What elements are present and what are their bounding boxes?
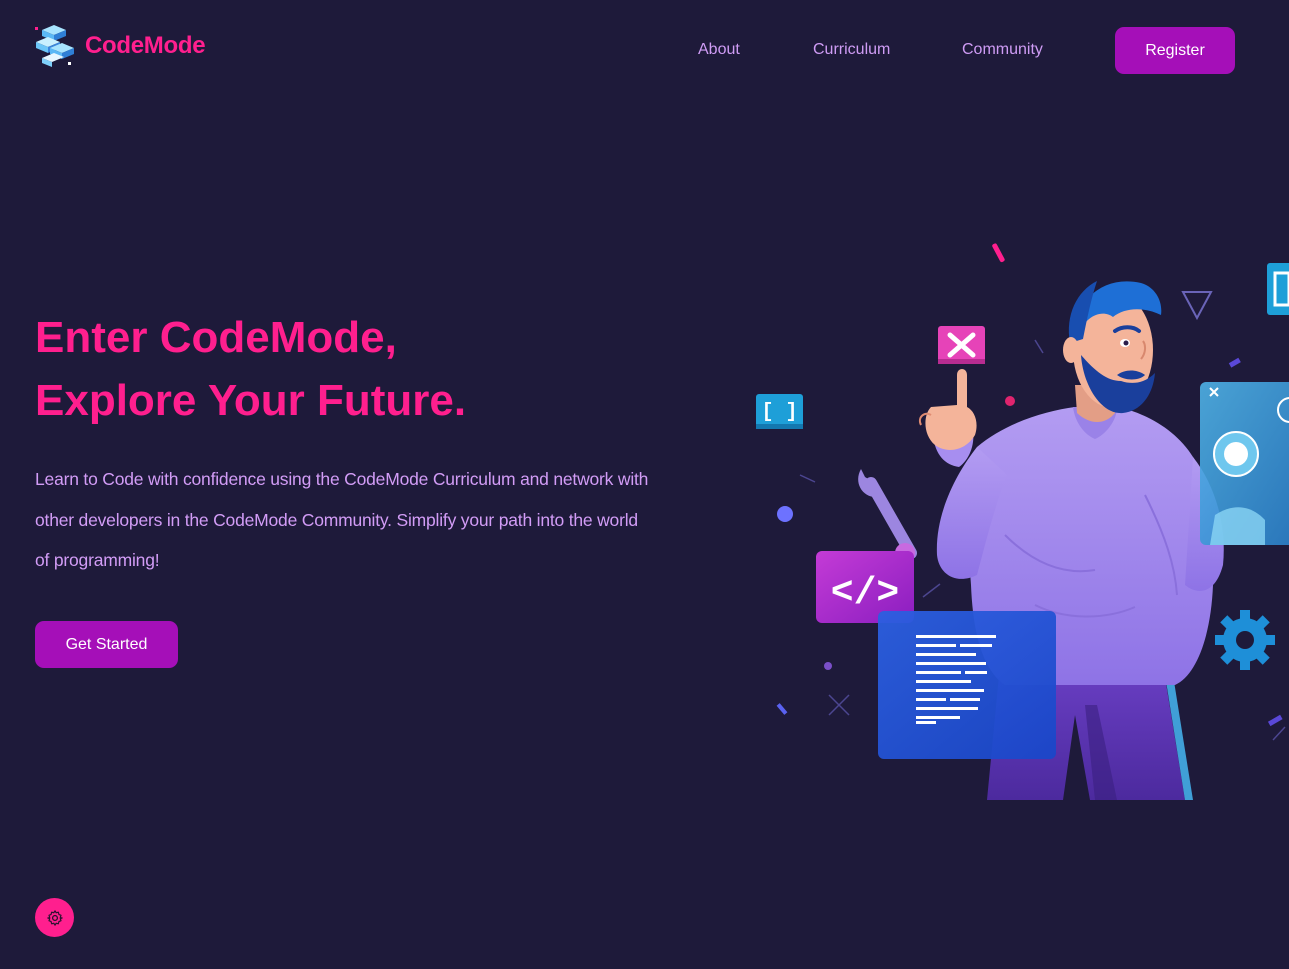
nav-community-link[interactable]: Community [962, 41, 1043, 59]
register-button[interactable]: Register [1115, 27, 1235, 74]
wrench-illustration [858, 469, 917, 563]
hero-description: Learn to Code with confidence using the … [35, 469, 649, 570]
media-panel [1200, 382, 1289, 545]
stacked-cubes-icon [35, 25, 74, 67]
hero-title-line-2: Explore Your Future. [35, 376, 467, 425]
hero-title: Enter CodeMode, Explore Your Future. [35, 306, 466, 432]
code-document [878, 611, 1056, 759]
nav-about-link[interactable]: About [698, 41, 740, 59]
landing-page: CodeMode About Curriculum Community Regi… [0, 0, 1289, 969]
logo-link[interactable]: CodeMode [34, 24, 206, 68]
hero-title-line-1: Enter CodeMode, [35, 313, 397, 362]
developer-illustration: [ ] </> [756, 243, 1289, 800]
nav-curriculum-link[interactable]: Curriculum [813, 41, 890, 59]
brand-name: CodeMode [85, 32, 206, 59]
brackets-badge-text: [ ] [761, 401, 797, 424]
settings-button[interactable] [35, 898, 74, 937]
close-badge [938, 326, 985, 364]
code-tag-text: </> [831, 572, 899, 615]
brackets-badge: [ ] [756, 394, 803, 429]
get-started-button[interactable]: Get Started [35, 621, 178, 668]
gear-illustration [1215, 610, 1275, 670]
gear-icon [46, 909, 63, 926]
